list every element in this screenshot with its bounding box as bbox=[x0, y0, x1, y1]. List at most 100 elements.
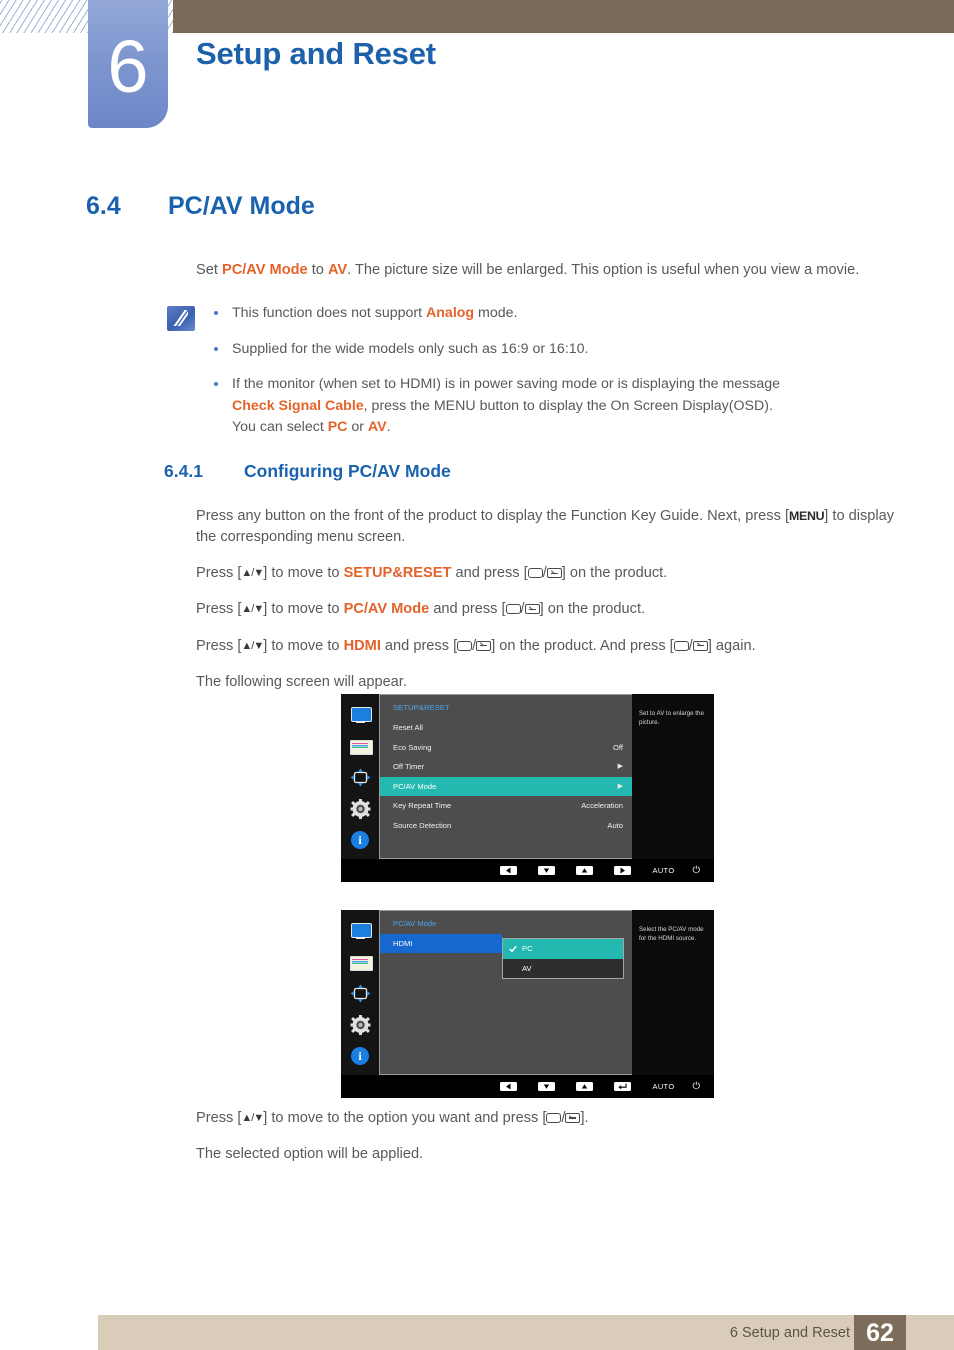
osd2-option-pc[interactable]: PC bbox=[503, 939, 623, 959]
after-step-1: Press [▲/▼] to move to the option you wa… bbox=[196, 1110, 589, 1126]
osd1-row-key-repeat-time[interactable]: Key Repeat Time Acceleration bbox=[380, 796, 632, 816]
auto-label: AUTO bbox=[652, 866, 675, 875]
section-heading: 6.4 PC/AV Mode bbox=[86, 192, 315, 221]
up-down-arrow-icon: ▲/▼ bbox=[241, 639, 264, 652]
s3c: and press [ bbox=[380, 637, 458, 654]
note-0-pre: This function does not support bbox=[232, 305, 427, 321]
osd1-row-eco-saving[interactable]: Eco Saving Off bbox=[380, 738, 632, 758]
osd1-body: i SETUP&RESET Reset All Eco Saving Off O… bbox=[341, 694, 714, 859]
step-3: Press [▲/▼] to move to HDMI and press [/… bbox=[196, 637, 756, 654]
note-2-bold-av: AV bbox=[367, 419, 387, 436]
up-down-arrow-icon: ▲/▼ bbox=[241, 567, 264, 580]
down-arrow-icon[interactable] bbox=[538, 866, 556, 875]
intro-post: . The picture size will be enlarged. Thi… bbox=[347, 262, 860, 278]
s3b: ] to move to bbox=[263, 637, 344, 654]
osd2-source-row[interactable]: HDMI bbox=[380, 934, 502, 953]
check-icon bbox=[509, 945, 517, 953]
enter-key-icon bbox=[524, 604, 540, 615]
osd-screenshot-setup-reset: i SETUP&RESET Reset All Eco Saving Off O… bbox=[341, 694, 714, 882]
osd2-title: PC/AV Mode bbox=[393, 919, 437, 928]
note-item-text: This function does not support Analog mo… bbox=[232, 305, 517, 321]
after-steps-block: Press [▲/▼] to move to the option you wa… bbox=[196, 1108, 896, 1180]
s1d: ] on the product. bbox=[561, 565, 668, 582]
down-arrow-icon[interactable] bbox=[538, 1082, 556, 1091]
enter-icon[interactable] bbox=[614, 1082, 632, 1091]
step-4: The following screen will appear. bbox=[196, 673, 407, 690]
note-0-post: mode. bbox=[474, 305, 518, 321]
osd1-row-reset-all[interactable]: Reset All bbox=[380, 718, 632, 738]
note-2-bold-pc: PC bbox=[327, 419, 348, 436]
s3tail: ] on the product. And press [ bbox=[491, 637, 674, 654]
osd1-row-value: Auto bbox=[607, 820, 623, 830]
intro-bold-pcav: PC/AV Mode bbox=[221, 262, 308, 278]
osd1-row-label: Key Repeat Time bbox=[393, 801, 452, 811]
osd1-row-label: Eco Saving bbox=[393, 742, 432, 752]
osd1-sidebar: i bbox=[341, 694, 379, 859]
intro-pre: Set bbox=[196, 262, 222, 278]
enter-key-icon bbox=[565, 1113, 581, 1123]
info-icon: i bbox=[351, 1047, 369, 1065]
osd1-row-value: Acceleration bbox=[581, 801, 623, 811]
step-1: Press [▲/▼] to move to SETUP&RESET and p… bbox=[196, 565, 668, 582]
note-0-bold: Analog bbox=[426, 305, 475, 321]
gear-icon bbox=[350, 799, 371, 819]
document-page: 6 Setup and Reset 6.4 PC/AV Mode Set PC/… bbox=[0, 0, 954, 1350]
note-2-bold-check: Check Signal Cable bbox=[232, 397, 364, 414]
chapter-number: 6 bbox=[107, 25, 149, 108]
intro-paragraph: Set PC/AV Mode to AV. The picture size w… bbox=[196, 260, 896, 281]
note-item: Supplied for the wide models only such a… bbox=[214, 339, 887, 361]
picture-icon bbox=[349, 737, 373, 756]
osd2-option-av[interactable]: AV bbox=[503, 959, 623, 979]
osd2-help-text: Select the PC/AV mode for the HDMI sourc… bbox=[632, 910, 714, 1075]
s1b: ] to move to bbox=[263, 565, 344, 582]
bullet-dot-icon bbox=[214, 311, 218, 315]
enter-key-icon bbox=[546, 568, 562, 579]
source-key-icon bbox=[505, 604, 521, 615]
chevron-right-icon: ▶ bbox=[617, 763, 623, 771]
osd2-source-label: HDMI bbox=[393, 939, 413, 948]
power-icon[interactable]: ⏻ bbox=[692, 866, 700, 876]
monitor-icon bbox=[350, 706, 372, 725]
bullet-dot-icon bbox=[214, 346, 218, 351]
osd2-body: i PC/AV Mode HDMI PC AV Select the PC/AV… bbox=[341, 910, 714, 1075]
intro-mid: to bbox=[307, 262, 328, 278]
up-down-arrow-icon: ▲/▼ bbox=[241, 603, 264, 616]
gear-icon bbox=[350, 1015, 371, 1035]
note-list: This function does not support Analog mo… bbox=[214, 303, 887, 439]
left-arrow-icon[interactable] bbox=[500, 1082, 518, 1091]
note-item: This function does not support Analog mo… bbox=[214, 303, 887, 325]
osd1-menu: SETUP&RESET Reset All Eco Saving Off Off… bbox=[379, 694, 632, 859]
a1a: Press [ bbox=[196, 1110, 242, 1126]
right-arrow-icon[interactable] bbox=[614, 866, 632, 875]
osd1-row-pcav-mode[interactable]: PC/AV Mode ▶ bbox=[380, 776, 632, 796]
note-2-line3-mid: or bbox=[347, 419, 368, 436]
note-2-line2: , press the MENU button to display the O… bbox=[363, 397, 773, 414]
osd2-option-label: AV bbox=[522, 963, 532, 973]
position-icon bbox=[350, 984, 371, 1003]
up-arrow-icon[interactable] bbox=[576, 866, 594, 875]
s2b: ] to move to bbox=[263, 601, 344, 618]
section-number: 6.4 bbox=[86, 192, 121, 220]
monitor-icon bbox=[350, 922, 372, 941]
osd1-row-source-detection[interactable]: Source Detection Auto bbox=[380, 816, 632, 836]
power-icon[interactable]: ⏻ bbox=[692, 1082, 700, 1092]
up-down-arrow-icon: ▲/▼ bbox=[241, 1112, 264, 1124]
note-2-line3-pre: You can select bbox=[232, 419, 328, 436]
note-block: This function does not support Analog mo… bbox=[167, 303, 887, 453]
chapter-tab: 6 bbox=[88, 0, 168, 128]
footer-text: 6 Setup and Reset bbox=[729, 1325, 850, 1341]
section-title: PC/AV Mode bbox=[168, 192, 315, 220]
source-key-icon bbox=[546, 1113, 562, 1123]
s2c: and press [ bbox=[429, 601, 506, 618]
up-arrow-icon[interactable] bbox=[576, 1082, 594, 1091]
note-item-text: Supplied for the wide models only such a… bbox=[232, 340, 589, 357]
enter-key-icon bbox=[476, 640, 492, 651]
osd1-title: SETUP&RESET bbox=[393, 703, 450, 712]
left-arrow-icon[interactable] bbox=[500, 866, 518, 875]
page-number: 62 bbox=[854, 1315, 906, 1350]
intro-paragraph-block: Set PC/AV Mode to AV. The picture size w… bbox=[196, 260, 896, 283]
s3-target: HDMI bbox=[343, 637, 381, 654]
s1-target: SETUP&RESET bbox=[343, 565, 452, 582]
note-item: If the monitor (when set to HDMI) is in … bbox=[214, 374, 887, 439]
osd1-row-off-timer[interactable]: Off Timer ▶ bbox=[380, 757, 632, 777]
